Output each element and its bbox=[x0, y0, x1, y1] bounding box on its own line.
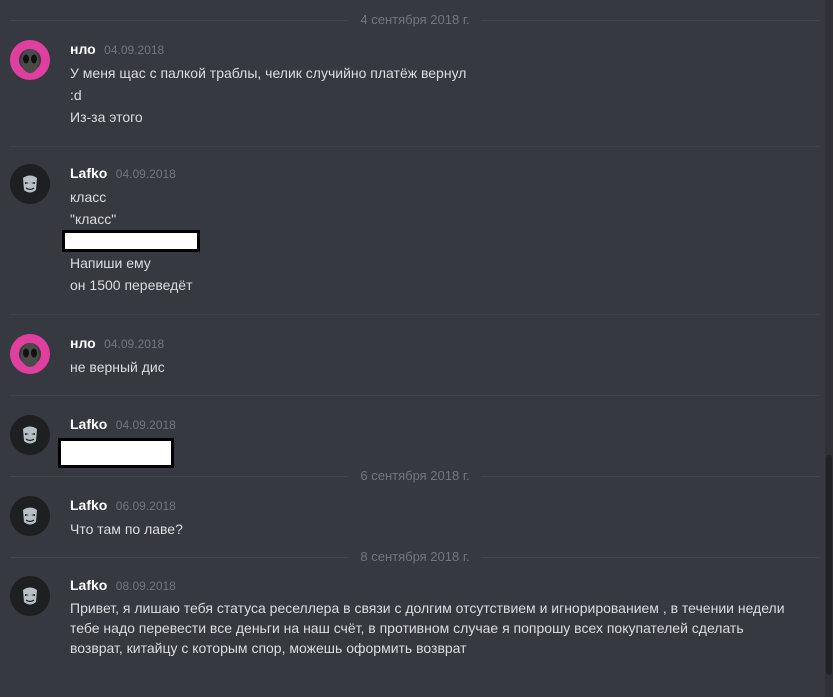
message-header: Lafko 04.09.2018 bbox=[70, 415, 176, 433]
username[interactable]: Lafko bbox=[70, 416, 107, 432]
username[interactable]: нло bbox=[70, 335, 96, 351]
message-header: Lafko 08.09.2018 bbox=[70, 576, 176, 594]
alien-avatar[interactable] bbox=[10, 334, 50, 374]
message-content: Привет, я лишаю тебя статуса реселлера в… bbox=[70, 598, 800, 658]
username[interactable]: Lafko bbox=[70, 165, 107, 181]
timestamp: 04.09.2018 bbox=[104, 337, 165, 351]
date-divider-label: 8 сентября 2018 г. bbox=[348, 550, 482, 564]
message-content: класс "класс" Напиши ему он 1500 перевед… bbox=[62, 186, 820, 296]
timestamp: 06.09.2018 bbox=[115, 499, 176, 513]
chat-messages-area: 4 сентября 2018 г. нло 04.09.2018 У меня… bbox=[0, 0, 833, 697]
message-separator bbox=[10, 395, 820, 396]
mask-avatar[interactable] bbox=[10, 164, 50, 204]
alien-icon bbox=[21, 343, 39, 367]
date-divider-label: 4 сентября 2018 г. bbox=[348, 13, 482, 27]
timestamp: 04.09.2018 bbox=[115, 418, 176, 432]
username[interactable]: Lafko bbox=[70, 577, 107, 593]
mask-avatar[interactable] bbox=[10, 576, 50, 616]
message-line: "класс" bbox=[70, 211, 117, 227]
date-divider-label: 6 сентября 2018 г. bbox=[348, 469, 482, 483]
alien-icon bbox=[21, 49, 39, 73]
mask-icon bbox=[10, 415, 50, 455]
mask-icon bbox=[10, 576, 50, 616]
timestamp: 04.09.2018 bbox=[115, 167, 176, 181]
message-content: У меня щас с палкой траблы, челик случий… bbox=[70, 62, 820, 128]
date-divider: 6 сентября 2018 г. bbox=[10, 469, 820, 483]
message-header: нло 04.09.2018 bbox=[70, 40, 164, 58]
message-line: Из-за этого bbox=[70, 109, 143, 125]
message-separator bbox=[10, 314, 820, 315]
message-line: Что там по лаве? bbox=[70, 521, 183, 537]
message-header: Lafko 06.09.2018 bbox=[70, 496, 176, 514]
mask-avatar[interactable] bbox=[10, 496, 50, 536]
message-content: Что там по лаве? bbox=[70, 518, 820, 540]
message-line: У меня щас с палкой траблы, челик случий… bbox=[70, 65, 467, 81]
message-separator bbox=[10, 146, 820, 147]
message-line: он 1500 переведёт bbox=[70, 277, 193, 293]
alien-avatar[interactable] bbox=[10, 40, 50, 80]
mask-icon bbox=[10, 496, 50, 536]
redacted-line bbox=[62, 230, 820, 252]
timestamp: 08.09.2018 bbox=[115, 579, 176, 593]
message-line: Напиши ему bbox=[70, 255, 151, 271]
mask-avatar[interactable] bbox=[10, 415, 50, 455]
message-paragraph: Привет, я лишаю тебя статуса реселлера в… bbox=[70, 600, 785, 656]
mask-icon bbox=[10, 164, 50, 204]
redacted-block bbox=[58, 438, 174, 468]
scrollbar-track[interactable] bbox=[825, 0, 833, 697]
username[interactable]: Lafko bbox=[70, 497, 107, 513]
username[interactable]: нло bbox=[70, 41, 96, 57]
redacted-block bbox=[62, 230, 200, 252]
message-line: :d bbox=[70, 87, 82, 103]
timestamp: 04.09.2018 bbox=[104, 43, 165, 57]
message-line: класс bbox=[70, 189, 107, 205]
message-header: нло 04.09.2018 bbox=[70, 334, 164, 352]
scrollbar-thumb[interactable] bbox=[826, 455, 832, 675]
message-content: не верный дис bbox=[70, 356, 820, 378]
message-line: не верный дис bbox=[70, 359, 165, 375]
message-header: Lafko 04.09.2018 bbox=[70, 164, 176, 182]
date-divider: 8 сентября 2018 г. bbox=[10, 550, 820, 564]
date-divider: 4 сентября 2018 г. bbox=[10, 13, 820, 27]
